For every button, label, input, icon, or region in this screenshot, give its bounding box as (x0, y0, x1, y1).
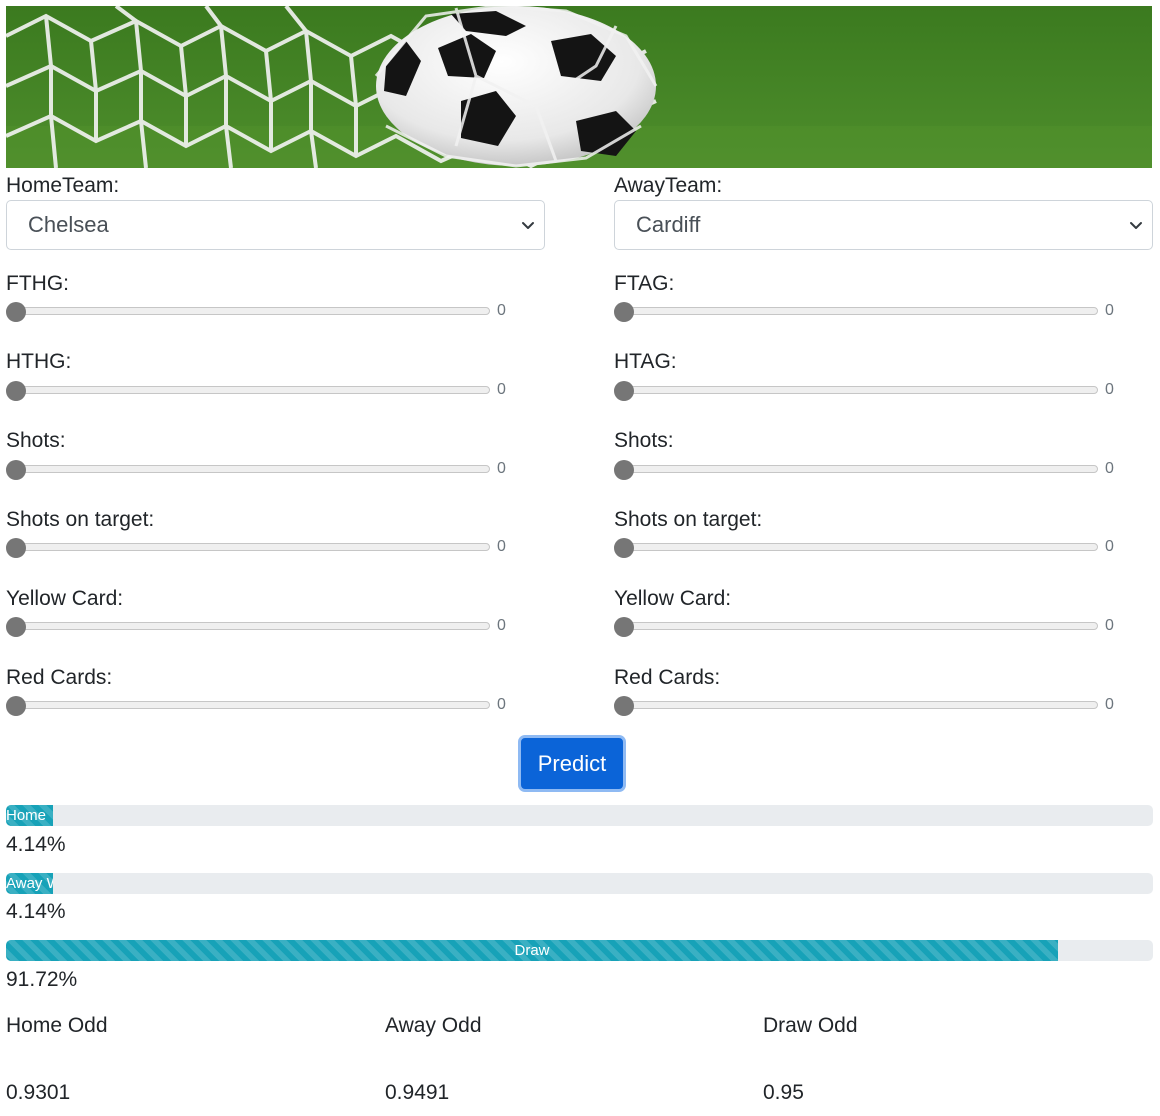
slider-thumb[interactable] (6, 381, 26, 401)
draw-odd-label: Draw Odd (763, 1014, 858, 1037)
home-slider-label-fthg: FTHG: (6, 272, 69, 295)
away-yellow-card-slider[interactable] (614, 617, 1098, 637)
away-red-cards-value: 0 (1105, 696, 1114, 713)
home-fthg-value: 0 (497, 302, 506, 319)
draw-percent: 91.72% (6, 968, 78, 991)
away-shots-slider[interactable] (614, 460, 1098, 480)
home-win-progress: Home (6, 805, 1153, 826)
slider-track (6, 543, 490, 551)
chevron-down-icon (1130, 222, 1142, 229)
home-slider-label-shots-on-target: Shots on target: (6, 508, 155, 531)
home-shots-on-target-slider[interactable] (6, 538, 490, 558)
away-odd-label: Away Odd (385, 1014, 482, 1037)
away-ftag-slider[interactable] (614, 302, 1098, 322)
home-hthg-value: 0 (497, 381, 506, 398)
slider-track (614, 622, 1098, 630)
slider-track (6, 386, 490, 394)
home-win-progress-bar: Home (6, 805, 54, 826)
soccer-ball-banner-image (6, 6, 1152, 168)
predict-button[interactable]: Predict (518, 735, 626, 792)
away-slider-label-yellow-card: Yellow Card: (614, 587, 732, 610)
away-team-selected-value: Cardiff (636, 212, 701, 237)
slider-thumb[interactable] (614, 696, 634, 716)
slider-thumb[interactable] (6, 460, 26, 480)
home-team-selected-value: Chelsea (28, 212, 109, 237)
home-yellow-card-slider[interactable] (6, 617, 490, 637)
slider-thumb[interactable] (6, 538, 26, 558)
chevron-down-icon (522, 222, 534, 229)
home-slider-label-red-cards: Red Cards: (6, 666, 113, 689)
home-slider-label-yellow-card: Yellow Card: (6, 587, 124, 610)
draw-odd-value: 0.95 (763, 1081, 804, 1104)
away-htag-slider[interactable] (614, 381, 1098, 401)
away-yellow-card-value: 0 (1105, 617, 1114, 634)
away-slider-label-htag: HTAG: (614, 350, 677, 373)
home-red-cards-slider[interactable] (6, 696, 490, 716)
home-slider-label-shots: Shots: (6, 429, 66, 452)
away-shots-on-target-value: 0 (1105, 538, 1114, 555)
away-slider-label-red-cards: Red Cards: (614, 666, 721, 689)
slider-thumb[interactable] (6, 302, 26, 322)
away-team-select[interactable]: Cardiff (614, 200, 1153, 250)
away-slider-label-shots: Shots: (614, 429, 674, 452)
slider-track (614, 543, 1098, 551)
away-win-progress: Away W (6, 873, 1153, 894)
away-win-percent: 4.14% (6, 900, 66, 923)
away-shots-on-target-slider[interactable] (614, 538, 1098, 558)
home-team-select[interactable]: Chelsea (6, 200, 545, 250)
slider-track (6, 307, 490, 315)
home-win-percent: 4.14% (6, 833, 66, 856)
home-odd-value: 0.9301 (6, 1081, 71, 1104)
away-htag-value: 0 (1105, 381, 1114, 398)
away-slider-label-shots-on-target: Shots on target: (614, 508, 763, 531)
home-team-label: HomeTeam: (6, 174, 120, 197)
away-win-progress-bar: Away W (6, 873, 54, 894)
slider-thumb[interactable] (614, 460, 634, 480)
home-slider-label-hthg: HTHG: (6, 350, 72, 373)
draw-progress-bar: Draw (6, 940, 1059, 961)
slider-track (614, 386, 1098, 394)
away-red-cards-slider[interactable] (614, 696, 1098, 716)
home-red-cards-value: 0 (497, 696, 506, 713)
away-shots-value: 0 (1105, 460, 1114, 477)
home-shots-slider[interactable] (6, 460, 490, 480)
slider-track (614, 307, 1098, 315)
away-slider-label-ftag: FTAG: (614, 272, 675, 295)
slider-thumb[interactable] (614, 302, 634, 322)
slider-track (6, 465, 490, 473)
slider-track (6, 701, 490, 709)
away-odd-value: 0.9491 (385, 1081, 450, 1104)
home-fthg-slider[interactable] (6, 302, 490, 322)
slider-thumb[interactable] (6, 696, 26, 716)
draw-progress: Draw (6, 940, 1153, 961)
slider-track (614, 701, 1098, 709)
slider-thumb[interactable] (614, 381, 634, 401)
away-team-label: AwayTeam: (614, 174, 723, 197)
slider-track (6, 622, 490, 630)
home-yellow-card-value: 0 (497, 617, 506, 634)
home-hthg-slider[interactable] (6, 381, 490, 401)
home-shots-on-target-value: 0 (497, 538, 506, 555)
slider-thumb[interactable] (6, 617, 26, 637)
slider-track (614, 465, 1098, 473)
home-shots-value: 0 (497, 460, 506, 477)
slider-thumb[interactable] (614, 617, 634, 637)
home-odd-label: Home Odd (6, 1014, 108, 1037)
slider-thumb[interactable] (614, 538, 634, 558)
away-ftag-value: 0 (1105, 302, 1114, 319)
